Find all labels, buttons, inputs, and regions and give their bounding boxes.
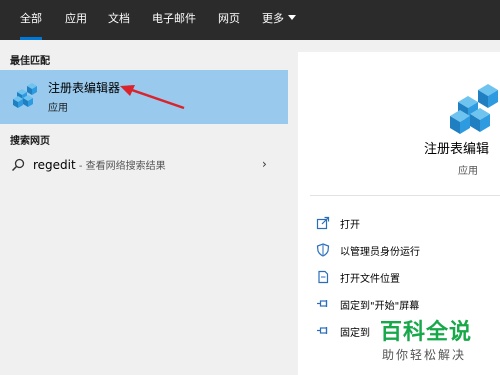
best-match-title: 注册表编辑器 xyxy=(48,81,121,95)
best-match-heading: 最佳匹配 xyxy=(10,56,50,67)
tab-documents[interactable]: 文档 xyxy=(108,0,130,40)
web-search-result[interactable]: regedit - 查看网络搜索结果 › xyxy=(0,152,288,178)
search-icon xyxy=(11,158,25,172)
chevron-right-icon[interactable]: › xyxy=(262,157,267,171)
pin-icon xyxy=(317,327,328,334)
shield-icon xyxy=(316,243,330,257)
divider xyxy=(310,195,500,196)
web-search-suffix: - 查看网络搜索结果 xyxy=(75,161,166,172)
file-location-icon xyxy=(318,270,329,284)
search-filter-bar: 全部 应用 文档 电子邮件 网页 更多 xyxy=(0,0,500,40)
registry-editor-large-icon xyxy=(450,84,498,134)
tab-more[interactable]: 更多 xyxy=(262,0,296,40)
web-search-query: regedit xyxy=(33,158,76,172)
open-icon xyxy=(316,216,330,230)
red-arrow-annotation xyxy=(120,85,185,110)
app-type: 应用 xyxy=(458,166,478,177)
tab-apps[interactable]: 应用 xyxy=(65,0,87,40)
results-panel: 最佳匹配 注册表编辑器 应用 搜索网页 regedit - 查看网络搜索结果 › xyxy=(0,40,288,375)
tab-all[interactable]: 全部 xyxy=(20,0,42,40)
registry-editor-icon xyxy=(13,83,37,108)
tab-email[interactable]: 电子邮件 xyxy=(152,0,196,40)
chevron-down-icon xyxy=(288,15,296,20)
app-title: 注册表编辑 xyxy=(424,142,490,157)
tab-web[interactable]: 网页 xyxy=(218,0,240,40)
watermark: 百科全说 助你轻松解决 xyxy=(374,314,500,375)
pin-icon xyxy=(317,300,328,307)
watermark-main: 百科全说 xyxy=(380,320,473,345)
best-match-subtitle: 应用 xyxy=(48,103,68,114)
watermark-sub: 助你轻松解决 xyxy=(382,348,467,362)
web-search-heading: 搜索网页 xyxy=(10,136,50,147)
